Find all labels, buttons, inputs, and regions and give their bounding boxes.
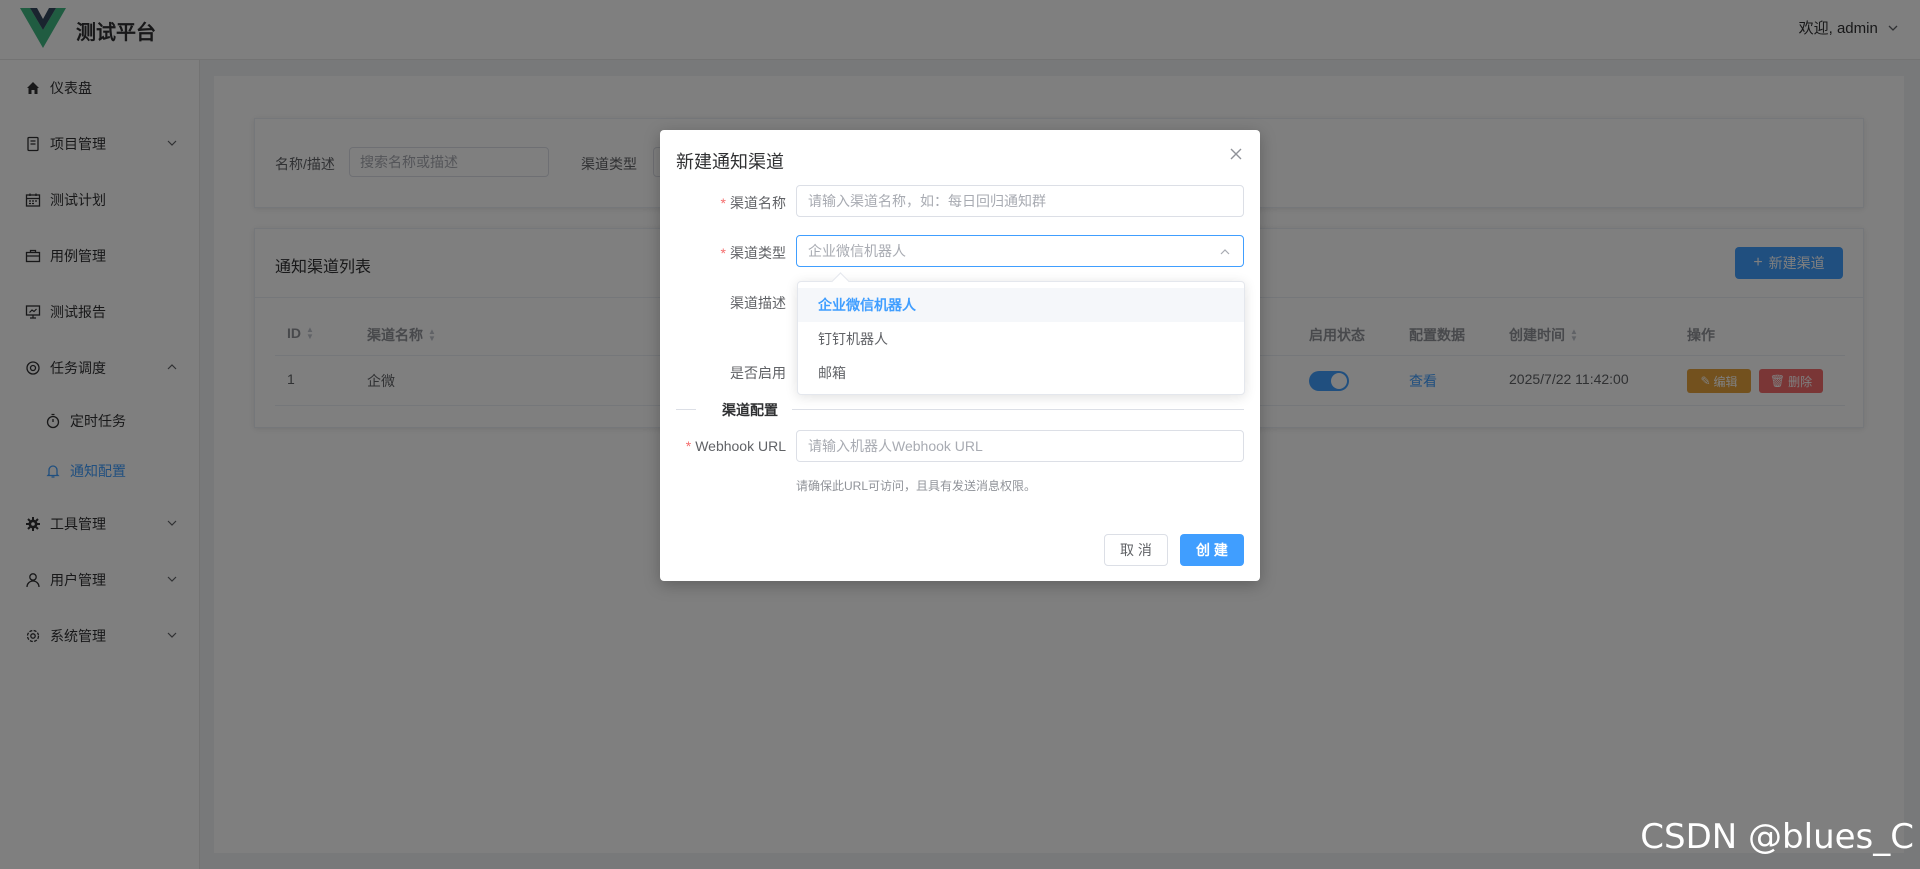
dropdown-option-email[interactable]: 邮箱: [798, 356, 1244, 390]
app-root: 测试平台 欢迎, admin 仪表盘 项目管理 测试计划: [0, 0, 1920, 869]
dropdown-option-dingtalk[interactable]: 钉钉机器人: [798, 322, 1244, 356]
enable-label: 是否启用: [730, 365, 786, 381]
cancel-button[interactable]: 取 消: [1104, 534, 1168, 566]
create-button[interactable]: 创 建: [1180, 534, 1244, 566]
dropdown-option-wecom[interactable]: 企业微信机器人: [798, 288, 1244, 322]
section-title: 渠道配置: [716, 400, 784, 420]
channel-type-select[interactable]: 企业微信机器人: [796, 235, 1244, 267]
channel-desc-label: 渠道描述: [730, 295, 786, 311]
channel-name-input[interactable]: 请输入渠道名称，如：每日回归通知群: [796, 185, 1244, 217]
channel-name-label: * 渠道名称: [720, 195, 786, 211]
close-icon[interactable]: [1228, 146, 1244, 162]
chevron-up-icon: [1220, 249, 1230, 255]
dialog-title: 新建通知渠道: [676, 152, 784, 172]
channel-type-dropdown: 企业微信机器人 钉钉机器人 邮箱: [797, 272, 1245, 395]
label-text: 渠道名称: [730, 195, 786, 211]
label-text: Webhook URL: [695, 438, 786, 454]
webhook-url-input[interactable]: 请输入机器人Webhook URL: [796, 430, 1244, 462]
watermark: CSDN @blues_C: [1640, 817, 1914, 857]
section-divider-left: [676, 409, 696, 410]
section-divider-right: [792, 409, 1244, 410]
channel-type-label: * 渠道类型: [720, 245, 786, 261]
label-text: 渠道类型: [730, 245, 786, 261]
webhook-hint: 请确保此URL可访问，且具有发送消息权限。: [796, 479, 1037, 493]
webhook-label: * Webhook URL: [685, 438, 786, 454]
select-value: 企业微信机器人: [808, 243, 906, 259]
